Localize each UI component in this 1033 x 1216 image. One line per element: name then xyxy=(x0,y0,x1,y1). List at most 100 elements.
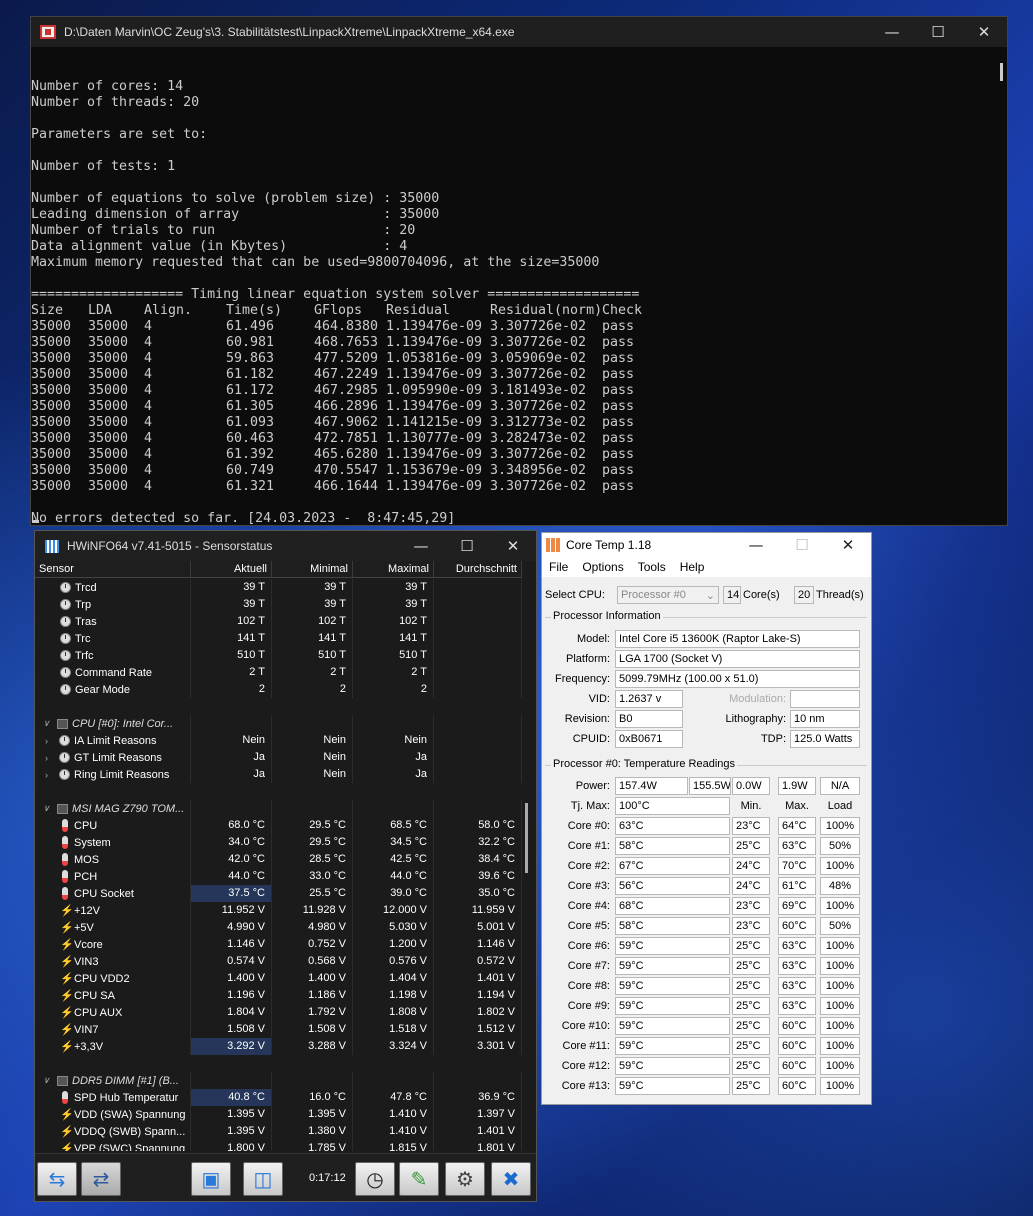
maximize-button[interactable]: ☐ xyxy=(779,536,825,554)
monitor-icon[interactable]: ▣ xyxy=(191,1162,231,1196)
voltage-bolt-icon: ⚡ xyxy=(60,1126,74,1138)
sensor-row[interactable]: ⚡ VIN3 0.574 V 0.568 V 0.576 V 0.572 V xyxy=(35,953,522,970)
sensor-row[interactable]: ⚡ VDDQ (SWB) Spann... 1.395 V 1.380 V 1.410 … xyxy=(35,1123,522,1140)
result-cell: 35000 xyxy=(88,399,129,414)
sensor-row[interactable]: ⚡ VPP (SWC) Spannung 1.800 V 1.785 V 1.815 V… xyxy=(35,1140,522,1151)
sensor-average xyxy=(434,596,522,613)
sensor-current: 102 T xyxy=(191,613,272,630)
sensor-scrollbar[interactable] xyxy=(525,803,528,873)
core-temp: 68°C xyxy=(615,897,730,915)
sensor-row[interactable]: ⚡ Vcore 1.146 V 0.752 V 1.200 V 1.146 V xyxy=(35,936,522,953)
sensor-row[interactable] xyxy=(35,1055,522,1072)
sensor-row[interactable]: Tras 102 T 102 T 102 T xyxy=(35,613,522,630)
hwinfo-sensor-window[interactable]: HWiNFO64 v7.41-5015 - Sensorstatus — ☐ ✕… xyxy=(34,530,537,1202)
sensor-current: 39 T xyxy=(191,596,272,613)
minimize-button[interactable]: — xyxy=(733,536,779,554)
expand-caret-icon[interactable]: › xyxy=(45,753,55,763)
sensor-row[interactable]: ⚡ CPU VDD2 1.400 V 1.400 V 1.404 V 1.401 V xyxy=(35,970,522,987)
expand-arrows-icon[interactable]: ⇆ xyxy=(37,1162,77,1196)
sensor-row[interactable] xyxy=(35,783,522,800)
collapse-caret-icon[interactable]: ∨ xyxy=(43,718,53,729)
minimize-button[interactable]: — xyxy=(869,23,915,41)
column-current[interactable]: Aktuell xyxy=(191,561,272,577)
sensor-maximum: 3.324 V xyxy=(353,1038,434,1055)
close-x-icon[interactable]: ✖ xyxy=(491,1162,531,1196)
sensor-row[interactable]: ⚡ CPU SA 1.196 V 1.186 V 1.198 V 1.194 V xyxy=(35,987,522,1004)
result-cell: 35000 xyxy=(88,383,129,398)
collapse-caret-icon[interactable]: ∨ xyxy=(43,1075,53,1086)
sensor-row[interactable]: Trcd 39 T 39 T 39 T xyxy=(35,579,522,596)
settings-gear-icon[interactable]: ⚙ xyxy=(445,1162,485,1196)
close-button[interactable]: ✕ xyxy=(961,23,1007,41)
expand-caret-icon[interactable]: › xyxy=(45,770,55,780)
sensor-row[interactable]: ⚡ +3,3V 3.292 V 3.288 V 3.324 V 3.301 V xyxy=(35,1038,522,1055)
min-header: Min. xyxy=(740,800,762,812)
sensor-group-row[interactable]: ∨ MSI MAG Z790 TOM... xyxy=(35,800,522,817)
network-icon[interactable]: ◫ xyxy=(243,1162,283,1196)
sensor-maximum: 47.8 °C xyxy=(353,1089,434,1106)
sensor-row[interactable]: CPU 68.0 °C 29.5 °C 68.5 °C 58.0 °C xyxy=(35,817,522,834)
sensor-row[interactable]: ⚡ CPU AUX 1.804 V 1.792 V 1.808 V 1.802 V xyxy=(35,1004,522,1021)
sensor-row[interactable]: System 34.0 °C 29.5 °C 34.5 °C 32.2 °C xyxy=(35,834,522,851)
column-maximum[interactable]: Maximal xyxy=(353,561,434,577)
core-load: 100% xyxy=(820,997,860,1015)
sensor-row[interactable]: ⚡ +5V 4.990 V 4.980 V 5.030 V 5.001 V xyxy=(35,919,522,936)
sensor-row[interactable]: Trfc 510 T 510 T 510 T xyxy=(35,647,522,664)
sensor-row[interactable]: Trc 141 T 141 T 141 T xyxy=(35,630,522,647)
sensor-row[interactable]: SPD Hub Temperatur 40.8 °C 16.0 °C 47.8 °C 3… xyxy=(35,1089,522,1106)
sensor-group-row[interactable]: ∨ DDR5 DIMM [#1] (B... xyxy=(35,1072,522,1089)
result-row: 35000 35000 4 60.981 468.7653 1.139476e-09 3.3… xyxy=(31,335,662,351)
sensor-row[interactable]: CPU Socket 37.5 °C 25.5 °C 39.0 °C 35.0 °C xyxy=(35,885,522,902)
core-min: 25°C xyxy=(732,957,770,975)
maximize-button[interactable]: ☐ xyxy=(444,537,490,555)
collapse-caret-icon[interactable]: ∨ xyxy=(43,803,53,814)
menu-file[interactable]: File xyxy=(542,560,575,574)
maximize-button[interactable]: ☐ xyxy=(915,23,961,41)
collapse-arrows-icon[interactable]: ⇄ xyxy=(81,1162,121,1196)
sensor-maximum: 68.5 °C xyxy=(353,817,434,834)
hwinfo-titlebar[interactable]: HWiNFO64 v7.41-5015 - Sensorstatus — ☐ ✕ xyxy=(35,531,536,561)
core-label: Core #11: xyxy=(562,1040,611,1052)
core-temp: 59°C xyxy=(615,1017,730,1035)
menu-tools[interactable]: Tools xyxy=(631,560,673,574)
sensor-row[interactable]: Trp 39 T 39 T 39 T xyxy=(35,596,522,613)
column-sensor[interactable]: Sensor xyxy=(35,561,191,577)
menu-options[interactable]: Options xyxy=(575,560,630,574)
linpack-console-window[interactable]: D:\Daten Marvin\OC Zeug's\3. Stabilitäts… xyxy=(30,16,1008,526)
minimize-button[interactable]: — xyxy=(398,537,444,555)
sensor-row[interactable]: ⚡ +12V 11.952 V 11.928 V 12.000 V 11.959 V xyxy=(35,902,522,919)
cpu-select-dropdown[interactable]: Processor #0 ⌄ xyxy=(617,586,719,604)
sensor-row[interactable]: ⚡ VDD (SWA) Spannung 1.395 V 1.395 V 1.410 V… xyxy=(35,1106,522,1123)
result-row: 35000 35000 4 61.093 467.9062 1.141215e-09 3.3… xyxy=(31,415,662,431)
coretemp-title: Core Temp 1.18 xyxy=(566,538,652,552)
sensor-row[interactable]: Gear Mode 2 2 2 xyxy=(35,681,522,698)
sensor-row[interactable]: Command Rate 2 T2 T2 T xyxy=(35,664,522,681)
clock-icon[interactable]: ◷ xyxy=(355,1162,395,1196)
new-log-icon[interactable]: ✎ xyxy=(399,1162,439,1196)
thread-count: 20 xyxy=(794,586,814,604)
sensor-current: 1.395 V xyxy=(191,1106,272,1123)
sensor-maximum: 510 T xyxy=(353,647,434,664)
close-button[interactable]: ✕ xyxy=(490,537,536,555)
sensor-row[interactable]: ⚡ VIN7 1.508 V 1.508 V 1.518 V 1.512 V xyxy=(35,1021,522,1038)
console-titlebar[interactable]: D:\Daten Marvin\OC Zeug's\3. Stabilitäts… xyxy=(31,17,1007,47)
sensor-row[interactable]: › Ring Limit Reasons Ja Nein Ja xyxy=(35,766,522,783)
sensor-row[interactable]: › GT Limit Reasons Ja Nein Ja xyxy=(35,749,522,766)
coretemp-titlebar[interactable]: Core Temp 1.18 — ☐ ✕ xyxy=(542,533,871,557)
expand-caret-icon[interactable]: › xyxy=(45,736,55,746)
sensor-group-row[interactable]: ∨ CPU [#0]: Intel Cor... xyxy=(35,715,522,732)
result-cell: 3.181493e-02 xyxy=(490,383,587,398)
sensor-row[interactable]: › IA Limit Reasons Nein Nein Nein xyxy=(35,732,522,749)
model-value: Intel Core i5 13600K (Raptor Lake-S) xyxy=(615,630,860,648)
sensor-row[interactable] xyxy=(35,698,522,715)
sensor-row[interactable]: PCH 44.0 °C 33.0 °C 44.0 °C 39.6 °C xyxy=(35,868,522,885)
sensor-name: SPD Hub Temperatur xyxy=(74,1091,179,1104)
close-button[interactable]: ✕ xyxy=(825,536,871,554)
column-minimum[interactable]: Minimal xyxy=(272,561,353,577)
sensor-row[interactable]: MOS 42.0 °C 28.5 °C 42.5 °C 38.4 °C xyxy=(35,851,522,868)
column-average[interactable]: Durchschnitt xyxy=(434,561,522,577)
coretemp-window[interactable]: Core Temp 1.18 — ☐ ✕ File Options Tools … xyxy=(541,532,872,1105)
menu-help[interactable]: Help xyxy=(673,560,712,574)
console-scrollbar[interactable] xyxy=(1000,63,1003,81)
